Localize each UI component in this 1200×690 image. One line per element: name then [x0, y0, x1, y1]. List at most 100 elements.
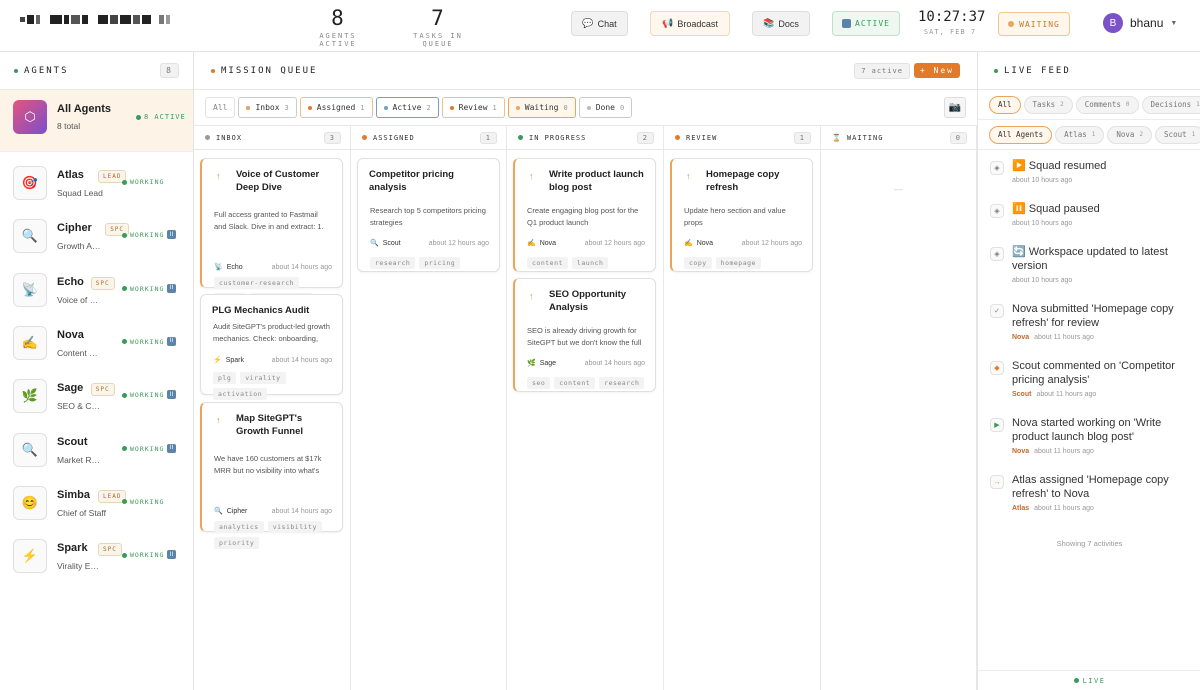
pause-icon[interactable]: II — [167, 230, 176, 240]
column-count: 0 — [949, 131, 967, 144]
user-menu[interactable]: B bhanu ▼ — [1103, 13, 1177, 33]
all-agents-item[interactable]: ⬡ All Agents 8 total 8 ACTIVE — [0, 90, 193, 152]
filter-count: 1 — [492, 103, 497, 112]
task-description: Audit SiteGPT's product-led growth mecha… — [213, 322, 330, 343]
agent-name: Sage — [57, 382, 84, 395]
sidebar-item-simba[interactable]: 😊 Simba LEAD Chief of Staff WORKING — [0, 485, 194, 539]
tag[interactable]: copy — [684, 257, 712, 269]
task-time: about 14 hours ago — [271, 507, 332, 515]
chip-label: All Agents — [998, 130, 1044, 139]
task-time: about 12 hours ago — [584, 239, 645, 247]
docs-button[interactable]: 📚 Docs — [752, 11, 810, 36]
task-title: Write product launch blog post — [549, 169, 644, 193]
tag[interactable]: launch — [571, 257, 609, 269]
filter-all[interactable]: All — [205, 97, 236, 118]
assignee-name: Nova — [696, 239, 714, 247]
column-count: 1 — [793, 131, 811, 144]
agent-role-badge: SPC — [90, 383, 115, 397]
agent-role: Virality Engineer — [57, 561, 101, 572]
task-tags: seo content research — [527, 377, 647, 389]
event-icon: ✓ — [990, 304, 1004, 318]
chip-count: 2 — [1060, 101, 1064, 108]
feed-tab-tasks[interactable]: Tasks 2 — [1023, 95, 1073, 114]
feed-tab-comments[interactable]: Comments 0 — [1075, 95, 1139, 114]
tag[interactable]: customer-research — [214, 277, 300, 289]
feed-agent-atlas[interactable]: Atlas 1 — [1055, 125, 1105, 144]
task-card[interactable]: ↑ SEO Opportunity Analysis SEO is already … — [513, 278, 656, 392]
agent-name: Atlas — [57, 169, 84, 181]
agent-icon: 📡 — [214, 264, 223, 271]
agents-title: AGENTS — [24, 65, 69, 76]
filter-count: 1 — [360, 103, 365, 112]
agent-role: Growth Analyst — [57, 241, 101, 252]
task-title: Homepage copy refresh — [706, 169, 780, 193]
sidebar-item-atlas[interactable]: 🎯 Atlas LEAD Squad Lead WORKING — [0, 166, 194, 219]
filter-done[interactable]: Done 0 — [578, 97, 633, 118]
task-card[interactable]: ↑ Map SiteGPT's Growth Funnel We have 160 … — [200, 402, 343, 549]
user-name: bhanu — [1130, 16, 1164, 30]
sidebar-item-spark[interactable]: ⚡ Spark SPC Virality Engineer WORKINGII — [0, 539, 194, 592]
filter-review[interactable]: Review 1 — [441, 97, 505, 118]
feed-agent-all-agents[interactable]: All Agents — [989, 125, 1053, 144]
tag[interactable]: content — [554, 377, 596, 389]
pause-icon[interactable]: II — [167, 443, 176, 453]
pause-icon[interactable]: II — [167, 390, 176, 400]
tag[interactable]: research — [599, 377, 645, 389]
tag[interactable]: pricing — [419, 257, 461, 269]
column-count: 2 — [636, 131, 654, 144]
tag[interactable]: homepage — [715, 257, 761, 269]
task-card[interactable]: ↑ Voice of Customer Deep Dive Full access … — [200, 158, 343, 305]
tag[interactable]: virality — [240, 372, 286, 384]
filter-assigned[interactable]: Assigned 1 — [299, 97, 373, 118]
task-card[interactable]: ↑ Homepage copy refresh Update hero sectio… — [670, 158, 813, 272]
task-card[interactable]: PLG Mechanics Audit Audit SiteGPT's produ… — [200, 294, 343, 400]
app-logo[interactable] — [20, 15, 170, 24]
tag[interactable]: research — [370, 257, 416, 269]
new-task-button[interactable]: + New — [913, 63, 960, 78]
pause-icon[interactable]: II — [167, 550, 176, 560]
feed-agent-nova[interactable]: Nova 2 — [1107, 125, 1153, 144]
status-filter-bar: All Inbox 3 Assigned 1 Active 2 Review 1 Waiting 0… — [194, 90, 977, 126]
filter-inbox[interactable]: Inbox 3 — [238, 97, 297, 118]
sidebar-item-echo[interactable]: 📡 Echo SPC Voice of Customer WORKINGII — [0, 272, 194, 326]
pause-icon[interactable]: II — [167, 283, 176, 293]
showing-count: Showing 7 activities — [1056, 539, 1123, 548]
event-time: about 10 hours ago — [1012, 220, 1073, 227]
broadcast-button[interactable]: 📢 Broadcast — [650, 11, 730, 36]
tag[interactable]: visibility — [267, 521, 322, 533]
column-title: ASSIGNED — [373, 133, 415, 142]
tag[interactable]: activation — [213, 388, 268, 400]
filter-waiting[interactable]: Waiting 0 — [507, 97, 576, 118]
tag[interactable]: analytics — [214, 521, 264, 533]
tag[interactable]: seo — [527, 377, 551, 389]
chat-button[interactable]: 💬 Chat — [571, 11, 628, 36]
event-agent: Nova — [1012, 448, 1030, 455]
filter-dot-icon — [246, 105, 251, 110]
tag[interactable]: plg — [213, 372, 237, 384]
feed-tab-all[interactable]: All — [989, 95, 1021, 114]
filter-active[interactable]: Active 2 — [375, 97, 439, 118]
sidebar-item-sage[interactable]: 🌿 Sage SPC SEO & Content WORKINGII — [0, 379, 194, 432]
agents-active-count: 8 — [331, 6, 345, 30]
sidebar-item-scout[interactable]: 🔍 Scout Market Research WORKINGII — [0, 432, 194, 486]
priority-arrow-icon: ↑ — [686, 171, 691, 181]
active-toggle-button[interactable]: ACTIVE — [832, 11, 900, 36]
tag[interactable]: content — [527, 257, 568, 269]
status-dot-icon — [14, 68, 18, 73]
feed-agent-scout[interactable]: Scout 1 — [1155, 125, 1200, 144]
clock-date: SAT, FEB 7 — [923, 28, 977, 36]
sidebar-item-cipher[interactable]: 🔍CipherSPCGrowth AnalystWORKINGII — [0, 219, 194, 272]
task-card[interactable]: Competitor pricing analysis Research top … — [357, 158, 500, 272]
camera-icon[interactable]: 📷 — [944, 97, 966, 118]
task-title: Competitor pricing analysis — [369, 169, 454, 193]
agent-role: Market Research — [57, 454, 101, 465]
agent-avatar-icon: 🎯 — [13, 166, 47, 200]
pause-icon[interactable]: II — [167, 336, 176, 346]
sidebar-item-nova[interactable]: ✍ Nova Content Writer WORKINGII — [0, 325, 194, 379]
task-card[interactable]: ↑ Write product launch blog post Create en… — [513, 158, 656, 272]
tag[interactable]: priority — [214, 537, 260, 549]
waiting-status-button[interactable]: WAITING — [998, 12, 1070, 36]
agent-name: Scout — [57, 435, 88, 448]
feed-tab-decisions[interactable]: Decisions 1 — [1141, 95, 1200, 114]
event-icon: ◈ — [990, 161, 1004, 175]
